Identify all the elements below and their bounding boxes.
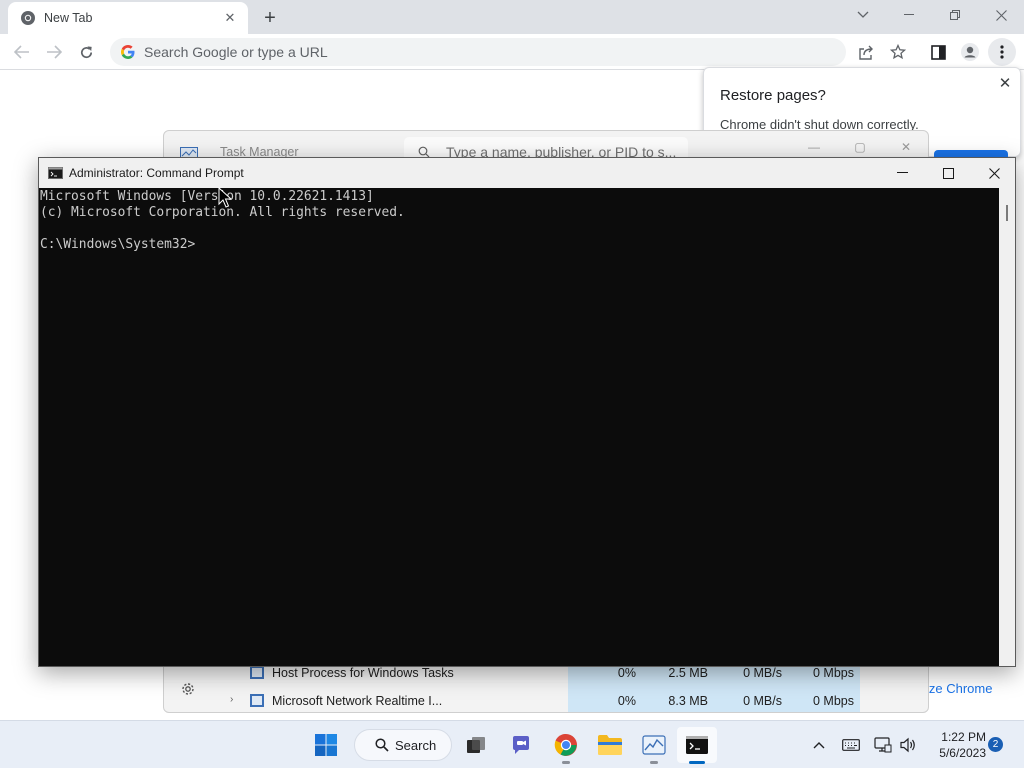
process-row[interactable]: › Microsoft Network Realtime I... 0% 8.3…: [212, 687, 928, 712]
restore-close-icon[interactable]: ✕: [996, 74, 1014, 92]
clock-date: 5/6/2023: [939, 746, 986, 760]
process-network: 0 Mbps: [813, 666, 854, 680]
tab-search-icon[interactable]: [840, 0, 886, 30]
share-icon[interactable]: [852, 38, 880, 66]
start-button[interactable]: [306, 727, 346, 763]
taskbar-clock[interactable]: 1:22 PM 5/6/2023: [926, 729, 986, 761]
tab-close-icon[interactable]: ✕: [222, 10, 238, 26]
profile-icon[interactable]: [956, 38, 984, 66]
teams-chat-button[interactable]: [501, 727, 541, 763]
taskbar-chrome-button[interactable]: [546, 727, 586, 763]
process-memory: 8.3 MB: [668, 694, 708, 708]
active-indicator: [689, 761, 705, 764]
cmd-maximize-icon[interactable]: [925, 158, 971, 188]
clock-time: 1:22 PM: [941, 730, 986, 744]
menu-dots-icon[interactable]: [988, 38, 1016, 66]
process-name: Microsoft Network Realtime I...: [272, 694, 443, 708]
task-view-button[interactable]: [456, 727, 496, 763]
console-prompt-line: C:\Windows\System32>: [40, 237, 196, 252]
cmd-window-title: Administrator: Command Prompt: [69, 166, 244, 180]
file-explorer-button[interactable]: [590, 727, 630, 763]
restore-icon[interactable]: [932, 0, 978, 30]
process-network: 0 Mbps: [813, 694, 854, 708]
keyboard-icon[interactable]: [840, 735, 862, 755]
bookmark-star-icon[interactable]: [884, 38, 912, 66]
tab-title: New Tab: [44, 11, 93, 25]
restore-title: Restore pages?: [720, 87, 826, 104]
network-icon[interactable]: [872, 735, 894, 755]
google-icon: [121, 45, 135, 59]
process-metrics: 0% 8.3 MB 0 MB/s 0 Mbps: [568, 687, 860, 712]
scrollbar-thumb[interactable]: [1006, 205, 1008, 221]
task-view-icon: [467, 737, 485, 753]
cmd-title-bar[interactable]: Administrator: Command Prompt: [39, 158, 1015, 188]
running-indicator: [650, 761, 658, 764]
tm-minimize-icon[interactable]: —: [794, 137, 834, 157]
expand-chevron-icon[interactable]: ›: [230, 694, 233, 705]
reload-icon[interactable]: [72, 38, 100, 66]
process-cpu: 0%: [617, 666, 636, 680]
browser-toolbar: [0, 34, 1024, 70]
cmd-icon: [48, 167, 63, 179]
minimize-icon[interactable]: [886, 0, 932, 30]
process-name: Host Process for Windows Tasks: [272, 666, 454, 680]
teams-chat-icon: [513, 736, 529, 754]
cmd-close-icon[interactable]: [971, 158, 1017, 188]
tab-strip: New Tab ✕ +: [0, 0, 1024, 34]
process-icon: [250, 666, 264, 679]
console-output[interactable]: Microsoft Windows [Version 10.0.22621.14…: [39, 188, 999, 666]
running-indicator: [562, 761, 570, 764]
taskbar-cmd-button[interactable]: [677, 727, 717, 763]
customize-chrome-link[interactable]: ize Chrome: [926, 681, 992, 696]
process-disk: 0 MB/s: [743, 666, 782, 680]
folder-icon: [598, 735, 622, 755]
forward-arrow-icon[interactable]: [40, 38, 68, 66]
search-icon: [375, 738, 389, 752]
process-cpu: 0%: [617, 694, 636, 708]
console-line: (c) Microsoft Corporation. All rights re…: [40, 205, 405, 220]
notification-badge[interactable]: 2: [988, 737, 1003, 752]
windows-logo-icon: [315, 734, 337, 756]
show-hidden-icons-chevron-icon[interactable]: [808, 735, 830, 755]
omnibox[interactable]: [110, 38, 846, 66]
back-arrow-icon[interactable]: [8, 38, 36, 66]
chrome-icon: [21, 11, 35, 25]
taskbar-task-manager-button[interactable]: [634, 727, 674, 763]
volume-icon[interactable]: [897, 735, 919, 755]
mouse-pointer-icon: [218, 187, 232, 208]
taskbar-search-button[interactable]: Search: [354, 729, 452, 761]
tab-new-tab[interactable]: New Tab ✕: [8, 2, 248, 34]
tm-close-icon[interactable]: ✕: [886, 137, 926, 157]
side-panel-icon[interactable]: [924, 38, 952, 66]
console-line: Microsoft Windows [Version 10.0.22621.14…: [40, 189, 374, 204]
taskbar-search-label: Search: [395, 737, 437, 753]
tm-maximize-icon[interactable]: ▢: [840, 137, 880, 157]
new-tab-button[interactable]: +: [258, 6, 282, 30]
command-prompt-window: Administrator: Command Prompt Microsoft …: [38, 157, 1016, 667]
process-icon: [250, 694, 264, 707]
taskbar: Search 1:22 PM 5/6/2023 2: [0, 720, 1024, 768]
console-line: ​: [40, 221, 999, 237]
cmd-minimize-icon[interactable]: [879, 158, 925, 188]
omnibox-input[interactable]: [144, 44, 644, 60]
task-manager-icon: [642, 735, 666, 755]
process-disk: 0 MB/s: [743, 694, 782, 708]
cmd-icon: [686, 736, 708, 754]
cmd-scrollbar[interactable]: [999, 188, 1015, 666]
close-icon[interactable]: [978, 0, 1024, 30]
chrome-icon: [554, 733, 577, 756]
settings-gear-icon[interactable]: [180, 681, 196, 697]
process-memory: 2.5 MB: [668, 666, 708, 680]
